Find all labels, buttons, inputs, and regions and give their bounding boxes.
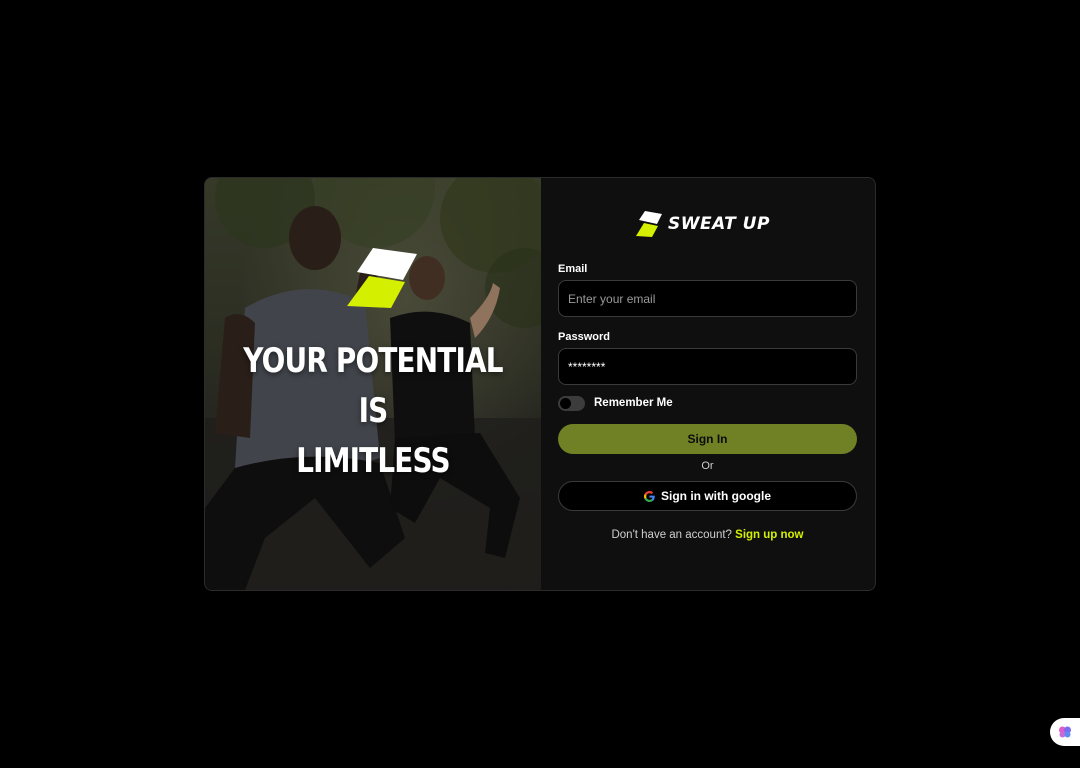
- login-form: SWEAT UP Email Password Remember Me Sign…: [541, 178, 875, 590]
- brand-logo: SWEAT UP: [636, 211, 770, 237]
- signup-prompt: Don't have an account?: [611, 529, 732, 541]
- google-sign-in-label: Sign in with google: [661, 489, 771, 503]
- remember-me-label: Remember Me: [594, 397, 673, 409]
- hero-logo-icon: [347, 248, 417, 308]
- or-divider: Or: [701, 460, 714, 472]
- google-sign-in-button[interactable]: Sign in with google: [558, 481, 857, 511]
- hero-title-line2: LIMITLESS: [296, 441, 450, 481]
- signup-row: Don't have an account? Sign up now: [558, 529, 857, 541]
- brain-icon: [1059, 726, 1071, 738]
- remember-me-toggle[interactable]: [558, 396, 585, 411]
- password-label: Password: [558, 331, 610, 343]
- email-label: Email: [558, 263, 588, 275]
- google-icon: [644, 490, 655, 502]
- email-input[interactable]: [558, 280, 857, 317]
- password-input[interactable]: [558, 348, 857, 385]
- hero-title-line1: YOUR POTENTIAL IS: [243, 341, 503, 431]
- brand-name: SWEAT UP: [668, 214, 770, 234]
- sign-in-button[interactable]: Sign In: [558, 424, 857, 454]
- sweat-up-logo-icon: [636, 211, 662, 237]
- hero-title: YOUR POTENTIAL IS LIMITLESS: [235, 336, 511, 486]
- hero-panel: YOUR POTENTIAL IS LIMITLESS: [205, 178, 541, 590]
- floating-widget-button[interactable]: [1050, 718, 1080, 746]
- toggle-knob: [560, 398, 571, 409]
- sign-up-link[interactable]: Sign up now: [735, 529, 803, 541]
- login-card: YOUR POTENTIAL IS LIMITLESS SWEAT UP Ema…: [204, 177, 876, 591]
